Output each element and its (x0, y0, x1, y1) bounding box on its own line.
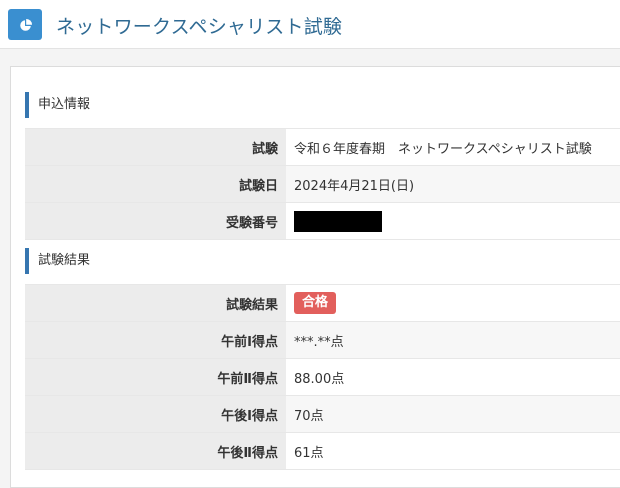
pass-badge: 合格 (294, 292, 337, 314)
content-panel: 申込情報 試験 令和６年度春期 ネットワークスペシャリスト試験 試験日 2024… (10, 66, 620, 488)
examinee-number-value (286, 202, 620, 240)
am2-score-value: 88.00点 (286, 358, 620, 396)
table-row: 試験 令和６年度春期 ネットワークスペシャリスト試験 (25, 128, 620, 166)
table-row: 試験結果 合格 (25, 284, 620, 322)
results-table: 試験結果 合格 午前Ⅰ得点 ***.**点 午前Ⅱ得点 88.00点 午後Ⅰ得点… (25, 284, 620, 470)
pm2-score-label: 午後Ⅱ得点 (25, 432, 286, 470)
table-row: 午前Ⅱ得点 88.00点 (25, 358, 620, 396)
application-info-heading: 申込情報 (25, 92, 90, 118)
exam-date-value: 2024年4月21日(日) (286, 165, 620, 203)
table-row: 受験番号 (25, 202, 620, 240)
table-row: 午後Ⅰ得点 70点 (25, 395, 620, 433)
result-value: 合格 (286, 284, 620, 322)
result-label: 試験結果 (25, 284, 286, 322)
pm2-score-value: 61点 (286, 432, 620, 470)
am1-score-value: ***.**点 (286, 321, 620, 359)
table-row: 午後Ⅱ得点 61点 (25, 432, 620, 470)
examinee-number-label: 受験番号 (25, 202, 286, 240)
redacted-block (294, 210, 382, 232)
table-row: 午前Ⅰ得点 ***.**点 (25, 321, 620, 359)
exam-date-label: 試験日 (25, 165, 286, 203)
results-heading: 試験結果 (25, 248, 90, 274)
am2-score-label: 午前Ⅱ得点 (25, 358, 286, 396)
exam-value: 令和６年度春期 ネットワークスペシャリスト試験 (286, 128, 620, 166)
exam-label: 試験 (25, 128, 286, 166)
application-info-table: 試験 令和６年度春期 ネットワークスペシャリスト試験 試験日 2024年4月21… (25, 128, 620, 240)
table-row: 試験日 2024年4月21日(日) (25, 165, 620, 203)
page-title: ネットワークスペシャリスト試験 (56, 16, 343, 38)
pm1-score-label: 午後Ⅰ得点 (25, 395, 286, 433)
pm1-score-value: 70点 (286, 395, 620, 433)
am1-score-label: 午前Ⅰ得点 (25, 321, 286, 359)
pie-chart-icon (8, 9, 42, 40)
page-header: ネットワークスペシャリスト試験 (0, 0, 620, 49)
